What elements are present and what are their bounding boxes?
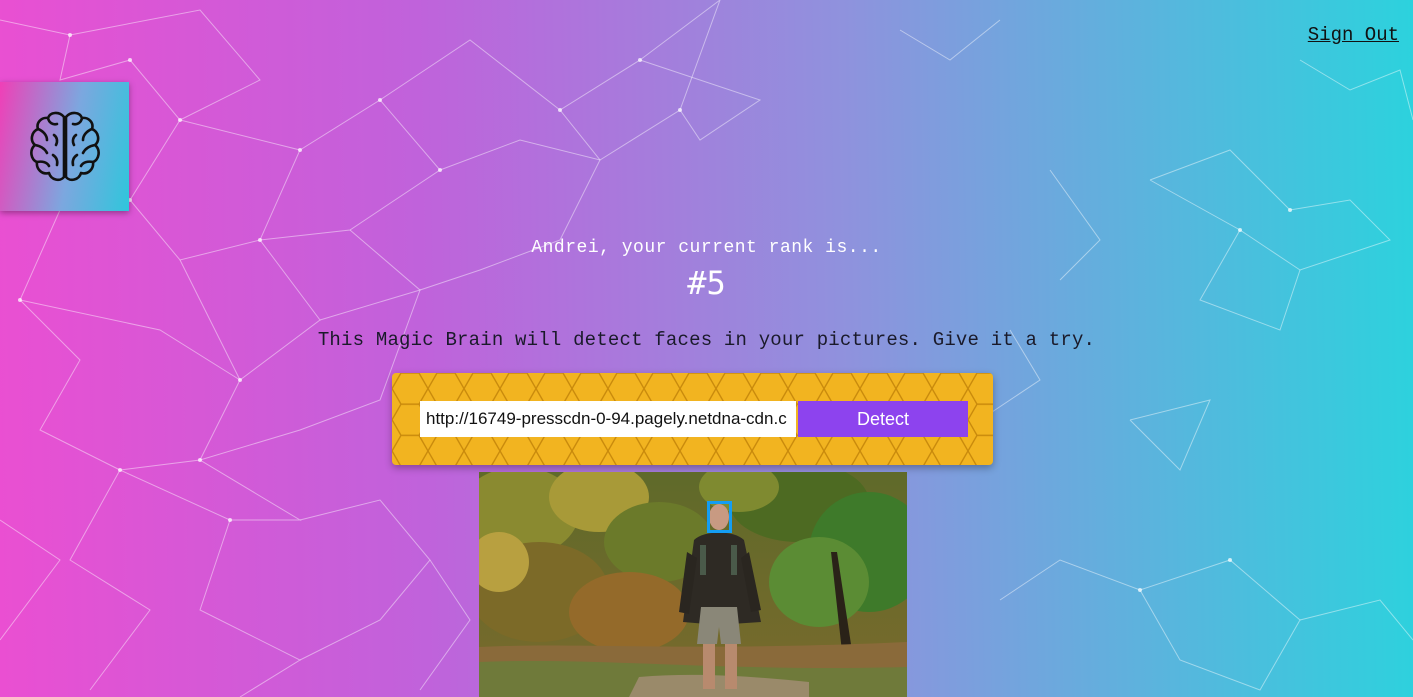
result-image <box>479 472 907 697</box>
logo <box>0 82 129 211</box>
sign-out-link[interactable]: Sign Out <box>1308 24 1399 46</box>
image-link-form: Detect <box>392 373 993 465</box>
face-bounding-box <box>707 501 732 533</box>
detect-button[interactable]: Detect <box>798 401 968 437</box>
brain-icon <box>29 111 100 181</box>
hiker-photo <box>479 472 907 697</box>
tagline: This Magic Brain will detect faces in yo… <box>317 329 1096 351</box>
rank-message: Andrei, your current rank is... <box>531 238 882 258</box>
rank-value: #5 <box>687 264 726 302</box>
image-url-input[interactable] <box>420 401 796 437</box>
